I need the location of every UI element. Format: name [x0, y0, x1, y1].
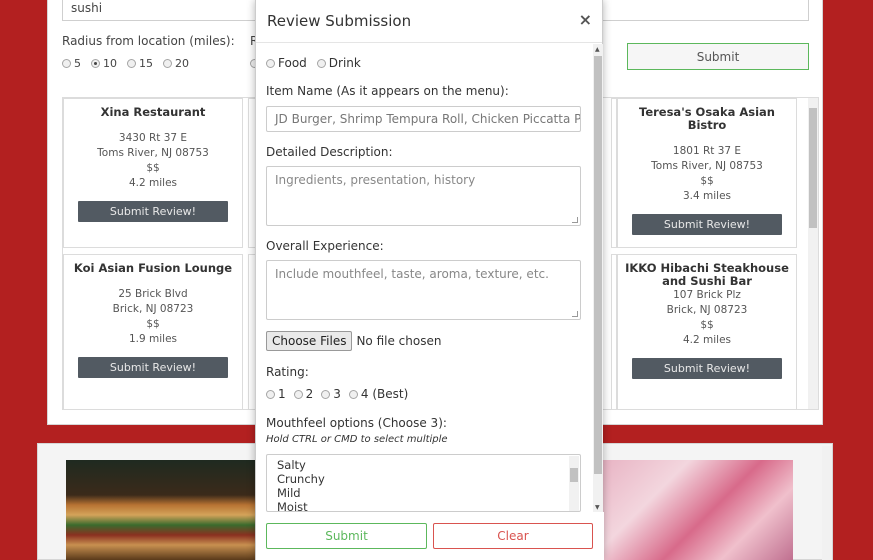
restaurant-distance: 3.4 miles	[682, 190, 732, 202]
rating-option-3[interactable]: 3	[321, 387, 341, 401]
radio-icon	[163, 59, 172, 68]
file-status: No file chosen	[356, 334, 442, 348]
item-name-input[interactable]: JD Burger, Shrimp Tempura Roll, Chicken …	[266, 106, 581, 132]
mouthfeel-hint: Hold CTRL or CMD to select multiple	[266, 434, 448, 445]
rating-options: 1 2 3 4 (Best)	[266, 387, 408, 401]
restaurant-price: $$	[700, 319, 714, 331]
review-modal: Review Submission × Food Drink Item Name…	[255, 0, 604, 560]
item-name-label: Item Name (As it appears on the menu):	[266, 84, 509, 98]
experience-textarea[interactable]: Include mouthfeel, taste, aroma, texture…	[266, 260, 581, 320]
choose-files-button[interactable]: Choose Files	[266, 331, 353, 351]
radius-option-5[interactable]: 5	[62, 57, 81, 70]
experience-label: Overall Experience:	[266, 239, 384, 253]
featured-scrollbar[interactable]	[822, 446, 832, 560]
radius-option-10[interactable]: 10	[91, 57, 117, 70]
restaurant-city: Toms River, NJ 08753	[651, 160, 763, 172]
radio-icon	[316, 58, 326, 68]
restaurant-card: Xina Restaurant 3430 Rt 37 E Toms River,…	[63, 98, 243, 248]
submit-review-form-button[interactable]: Submit	[266, 523, 427, 549]
item-type-options: Food Drink	[266, 56, 361, 70]
radio-icon	[62, 59, 71, 68]
restaurant-price: $$	[146, 162, 160, 174]
mouthfeel-select[interactable]: Salty Crunchy Mild Moist	[266, 454, 581, 512]
rating-option-4[interactable]: 4 (Best)	[348, 387, 408, 401]
radio-icon	[293, 389, 303, 399]
restaurant-address: 107 Brick Plz	[673, 289, 741, 301]
restaurant-address: 1801 Rt 37 E	[672, 145, 742, 157]
file-upload: Choose Files No file chosen	[266, 331, 441, 351]
radio-icon	[127, 59, 136, 68]
description-textarea[interactable]: Ingredients, presentation, history	[266, 166, 581, 226]
scrollbar-thumb[interactable]	[809, 108, 817, 228]
restaurant-name: Koi Asian Fusion Lounge	[73, 261, 233, 275]
rating-option-1[interactable]: 1	[266, 387, 286, 401]
restaurant-card: IKKO Hibachi Steakhouse and Sushi Bar 10…	[617, 254, 797, 409]
clear-form-button[interactable]: Clear	[433, 523, 593, 549]
mouthfeel-option[interactable]: Moist	[277, 500, 570, 511]
radio-checked-icon	[91, 59, 100, 68]
radius-option-20[interactable]: 20	[163, 57, 189, 70]
scroll-down-icon[interactable]: ▼	[595, 504, 600, 511]
radio-icon	[266, 58, 275, 68]
radius-options: 5 10 15 20	[62, 57, 189, 70]
submit-review-button[interactable]: Submit Review!	[632, 358, 782, 379]
submit-review-button[interactable]: Submit Review!	[78, 357, 228, 378]
scroll-up-icon[interactable]: ▲	[595, 46, 600, 53]
select-scrollbar[interactable]	[569, 456, 579, 511]
restaurant-city: Brick, NJ 08723	[666, 304, 748, 316]
restaurant-name: IKKO Hibachi Steakhouse and Sushi Bar	[625, 261, 789, 288]
scrollbar-thumb[interactable]	[594, 56, 602, 474]
modal-header: Review Submission ×	[256, 0, 602, 43]
mouthfeel-option[interactable]: Salty	[277, 458, 570, 472]
resize-handle-icon[interactable]	[572, 311, 578, 317]
restaurant-price: $$	[700, 175, 714, 187]
restaurant-distance: 4.2 miles	[682, 334, 732, 346]
resize-handle-icon[interactable]	[572, 217, 578, 223]
radius-option-15[interactable]: 15	[127, 57, 153, 70]
close-icon[interactable]: ×	[579, 10, 592, 29]
restaurant-name: Teresa's Osaka Asian Bistro	[639, 105, 775, 132]
restaurant-card: Koi Asian Fusion Lounge 25 Brick Blvd Br…	[63, 254, 243, 409]
modal-footer: Submit Clear	[256, 512, 604, 560]
radio-icon	[266, 389, 275, 399]
restaurant-city: Toms River, NJ 08753	[97, 147, 209, 159]
rating-label: Rating:	[266, 365, 309, 379]
modal-body: Food Drink Item Name (As it appears on t…	[256, 44, 604, 512]
burger-photo	[66, 460, 256, 560]
restaurant-city: Brick, NJ 08723	[112, 303, 194, 315]
restaurant-card: Teresa's Osaka Asian Bistro 1801 Rt 37 E…	[617, 98, 797, 248]
radius-label: Radius from location (miles):	[62, 34, 235, 48]
description-label: Detailed Description:	[266, 145, 393, 159]
mouthfeel-option[interactable]: Crunchy	[277, 472, 570, 486]
restaurant-distance: 1.9 miles	[128, 333, 178, 345]
modal-scrollbar[interactable]: ▲ ▼	[593, 44, 603, 512]
type-option-drink[interactable]: Drink	[316, 56, 361, 70]
restaurant-address: 3430 Rt 37 E	[118, 132, 188, 144]
type-option-food[interactable]: Food	[266, 56, 307, 70]
restaurant-price: $$	[146, 318, 160, 330]
radio-icon	[348, 389, 358, 399]
modal-title: Review Submission	[267, 12, 412, 30]
rating-option-2[interactable]: 2	[293, 387, 313, 401]
search-submit-button[interactable]: Submit	[627, 43, 809, 70]
restaurant-address: 25 Brick Blvd	[118, 288, 188, 300]
restaurant-distance: 4.2 miles	[128, 177, 178, 189]
restaurant-name: Xina Restaurant	[100, 105, 206, 119]
submit-review-button[interactable]: Submit Review!	[632, 214, 782, 235]
mouthfeel-label: Mouthfeel options (Choose 3):	[266, 416, 447, 430]
scrollbar-thumb[interactable]	[570, 468, 578, 482]
submit-review-button[interactable]: Submit Review!	[78, 201, 228, 222]
radio-icon	[321, 389, 331, 399]
mouthfeel-option[interactable]: Mild	[277, 486, 570, 500]
results-scrollbar[interactable]	[808, 98, 818, 409]
cocktail-photo	[603, 460, 793, 560]
